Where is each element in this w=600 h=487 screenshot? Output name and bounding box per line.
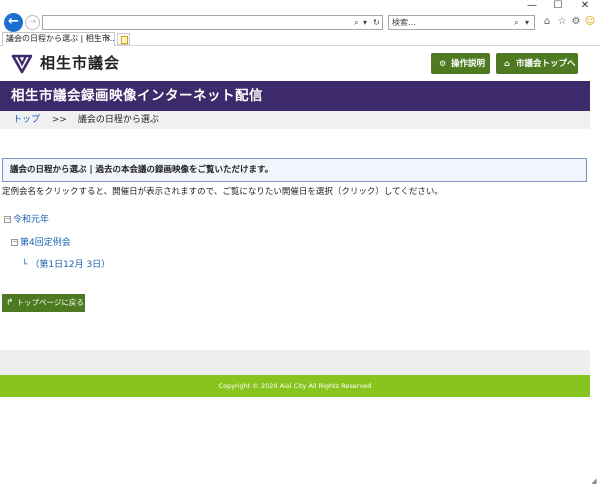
browser-search-input[interactable]: 検索... ⌕ ▾ xyxy=(388,15,535,30)
settings-gear-icon[interactable]: ⚙ xyxy=(570,16,582,28)
collapse-toggle-icon[interactable]: − xyxy=(11,239,18,246)
close-window-button[interactable]: ✕ xyxy=(575,0,595,12)
page-title-banner: 相生市議会録画映像インターネット配信 xyxy=(0,81,590,111)
return-arrow-icon: ↱ xyxy=(6,298,14,308)
browser-navbar: ← → ⌕ ▾ ↻ 検索... ⌕ ▾ ⌂ ☆ ⚙ ☺ xyxy=(0,12,600,32)
maximize-button[interactable]: ☐ xyxy=(548,0,568,12)
search-icon[interactable]: ⌕ xyxy=(514,16,518,29)
address-dropdown-icon[interactable]: ▾ xyxy=(363,16,367,29)
site-header: 相生市議会 ⚙ 操作説明 ⌂ 市議会トップへ xyxy=(0,46,600,81)
window-titlebar: — ☐ ✕ xyxy=(0,0,600,12)
breadcrumb: トップ >> 議会の日程から選ぶ xyxy=(0,111,590,129)
city-emblem-icon[interactable] xyxy=(11,52,33,74)
home-icon: ⌂ xyxy=(504,59,510,68)
instruction-text: 定例会名をクリックすると、開催日が表示されますので、ご覧になりたい開催日を選択（… xyxy=(2,187,443,197)
page-title: 相生市議会録画映像インターネット配信 xyxy=(11,88,263,104)
new-tab-icon[interactable] xyxy=(117,33,130,45)
council-top-button-label: 市議会トップへ xyxy=(516,59,576,69)
council-top-button[interactable]: ⌂ 市議会トップへ xyxy=(496,53,578,74)
section-heading-box: 議会の日程から選ぶ | 過去の本会議の録画映像をご覧いただけます。 xyxy=(2,158,587,182)
address-bar[interactable]: ⌕ ▾ ↻ xyxy=(42,15,383,30)
collapse-toggle-icon[interactable]: − xyxy=(4,216,11,223)
tab-close-icon[interactable]: ✕ xyxy=(104,33,111,45)
footer: Copyright © 2020 Aioi City All Rights Re… xyxy=(0,375,590,397)
breadcrumb-separator: >> xyxy=(51,115,67,125)
tree-day-row: └ （第1日12月 3日） xyxy=(22,259,110,271)
tree-branch-icon: └ xyxy=(22,260,28,270)
home-icon[interactable]: ⌂ xyxy=(541,16,553,28)
forward-arrow-icon[interactable]: → xyxy=(25,15,40,30)
copyright-text: Copyright © 2020 Aioi City All Rights Re… xyxy=(218,382,372,390)
tab-strip: 議会の日程から選ぶ | 相生市... ✕ xyxy=(0,32,600,46)
tree-session-row: − 第4回定例会 xyxy=(11,237,71,249)
favorites-star-icon[interactable]: ☆ xyxy=(556,16,568,28)
tree-year-row: − 令和元年 xyxy=(4,214,49,226)
section-heading: 議会の日程から選ぶ | 過去の本会議の録画映像をご覧いただけます。 xyxy=(10,165,274,175)
tab-active[interactable]: 議会の日程から選ぶ | 相生市... ✕ xyxy=(2,32,115,46)
tab-title: 議会の日程から選ぶ | 相生市... xyxy=(6,34,115,43)
breadcrumb-current: 議会の日程から選ぶ xyxy=(77,115,159,125)
search-placeholder: 検索... xyxy=(392,18,416,27)
breadcrumb-home-link[interactable]: トップ xyxy=(13,115,40,125)
tree-session-link[interactable]: 第4回定例会 xyxy=(20,238,71,248)
resize-grip-icon[interactable]: ◢ xyxy=(590,477,598,485)
tree-day-link[interactable]: （第1日12月 3日） xyxy=(30,260,110,270)
gear-icon: ⚙ xyxy=(439,59,447,68)
site-logo-text[interactable]: 相生市議会 xyxy=(40,54,120,72)
minimize-button[interactable]: — xyxy=(522,0,542,12)
search-dropdown-icon[interactable]: ▾ xyxy=(525,16,529,29)
smiley-feedback-icon[interactable]: ☺ xyxy=(584,16,596,28)
back-to-top-page-button[interactable]: ↱ トップページに戻る xyxy=(2,294,85,312)
footer-spacer xyxy=(0,350,590,375)
help-button[interactable]: ⚙ 操作説明 xyxy=(431,53,490,74)
back-to-top-page-label: トップページに戻る xyxy=(16,298,84,307)
refresh-icon[interactable]: ↻ xyxy=(373,16,380,29)
tree-year-link[interactable]: 令和元年 xyxy=(13,215,49,225)
back-arrow-icon[interactable]: ← xyxy=(4,13,23,32)
address-search-icon[interactable]: ⌕ xyxy=(354,16,358,29)
help-button-label: 操作説明 xyxy=(451,59,486,69)
